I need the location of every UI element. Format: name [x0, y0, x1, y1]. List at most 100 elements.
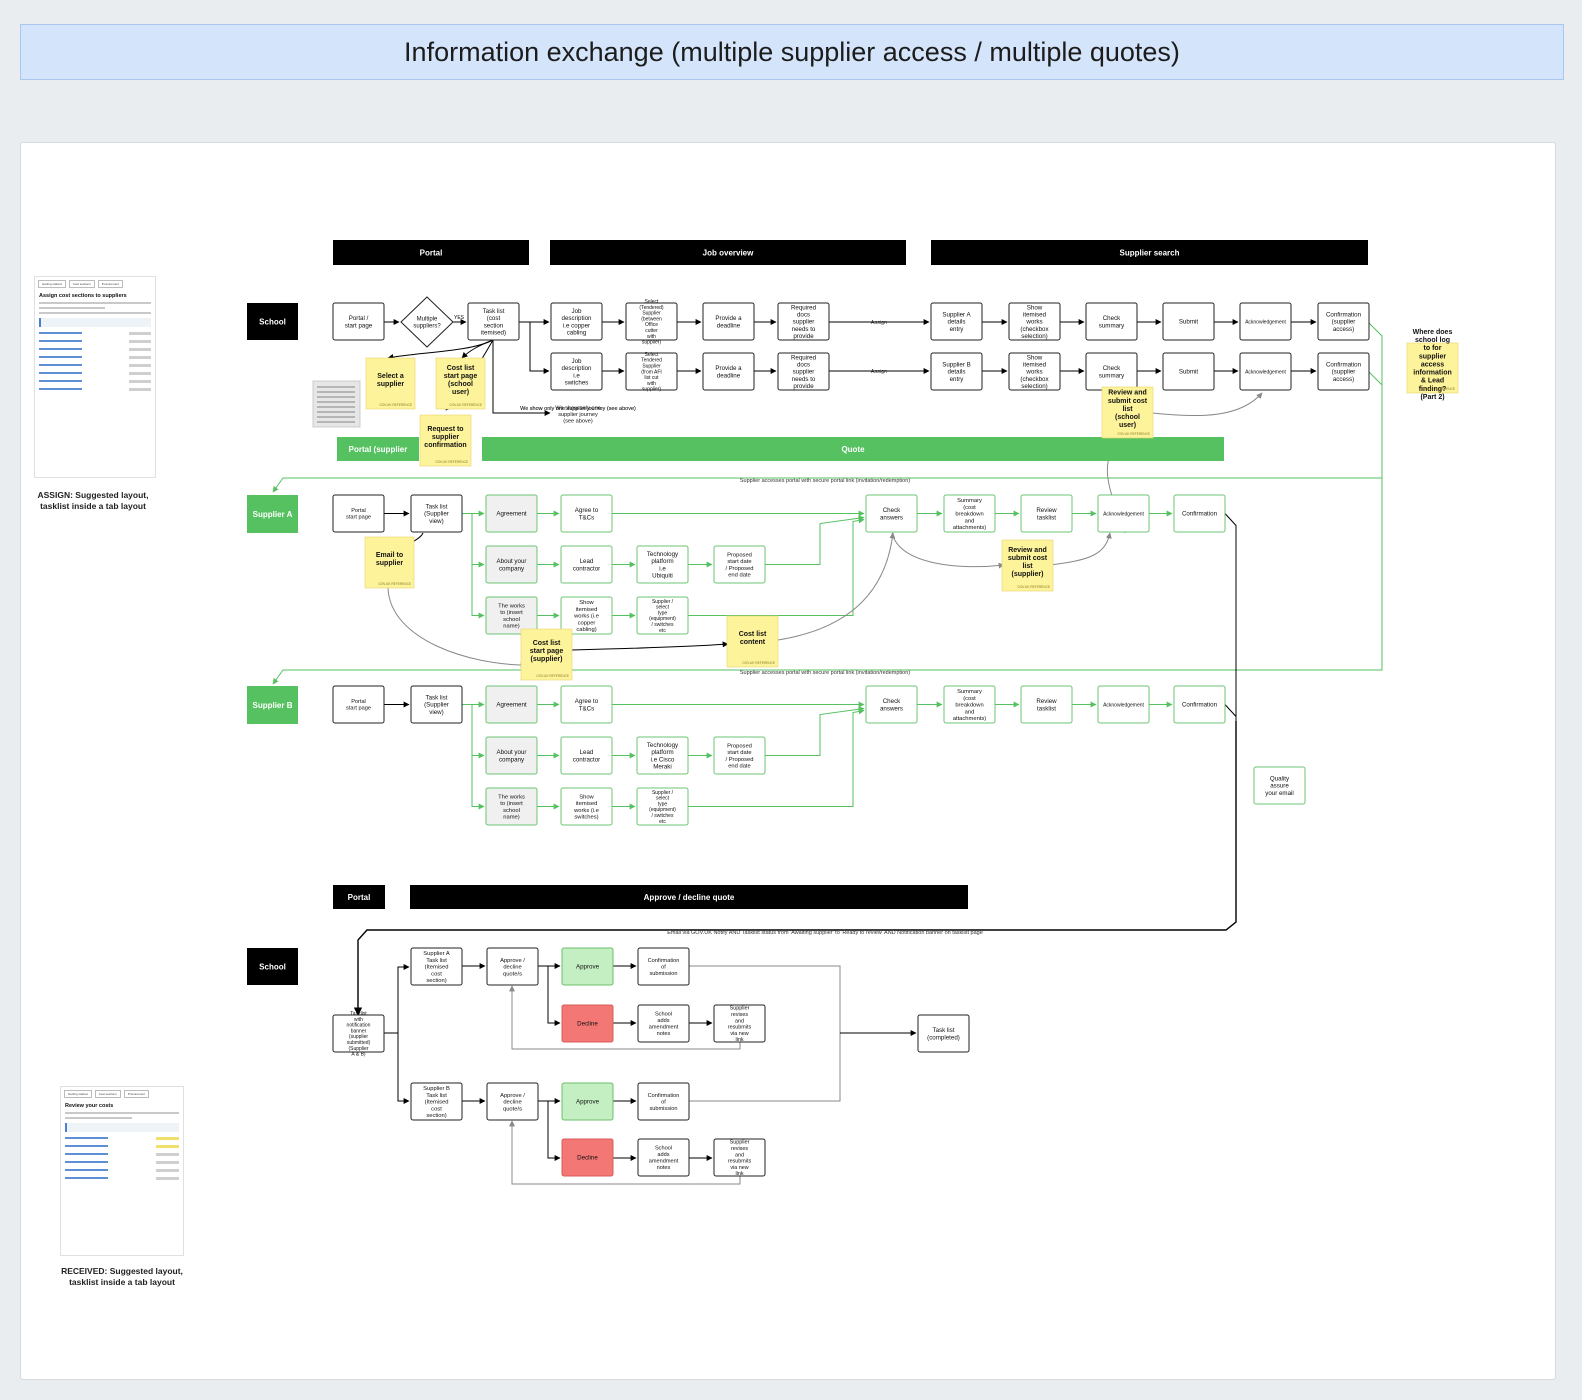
node-b-ack: Acknowledgement — [1097, 685, 1150, 724]
node-task-list: Task list (cost section itemised) — [467, 302, 520, 341]
sticky-note: Cost list start page (school user)GOV.UK RE… — [435, 357, 486, 410]
node-ack-1: Acknowledgement — [1239, 302, 1292, 341]
node-label: Review tasklist — [1036, 507, 1057, 521]
sticky-note-tag: GOV.UK REFERENCE — [742, 661, 775, 665]
node-b-portal-start: Portal start page — [332, 685, 385, 724]
lane-supplier-b: Supplier B — [247, 686, 298, 724]
node-label: Agreement — [496, 511, 527, 518]
lane-supplier-a: Supplier A — [247, 495, 298, 533]
node-check-summary-2: Check summary — [1085, 352, 1138, 391]
node-quality-assure: Quality assure your email — [1253, 766, 1306, 805]
phase-label: Portal (supplier — [349, 445, 408, 454]
sticky-note-tag: GOV.UK REFERENCE — [379, 403, 412, 407]
node-a-show-items: Show itemised works (i.e copper cabling) — [560, 596, 613, 635]
node-b-summary: Summary (cost breakdown and attachments) — [943, 685, 996, 724]
node-show-items-2: Show itemised works (checkbox selection) — [1008, 352, 1061, 391]
flow-connector — [509, 1120, 741, 1185]
flow-connector — [1049, 532, 1112, 566]
node-label: We show only one supplier journey (see abo… — [555, 405, 601, 424]
node-b-agreement: Agreement — [485, 685, 538, 724]
node-label: Supplier B Task list (Itemised cost section) — [423, 1086, 450, 1119]
sticky-note-tag: GOV.UK REFERENCE — [1117, 432, 1150, 436]
node-label: Acknowledgement — [1103, 511, 1144, 517]
flow-connector — [891, 532, 1005, 569]
node-label: Task list (cost section itemised) — [481, 308, 506, 337]
node-b-works: The works to (insert school name) — [485, 787, 538, 826]
node-a-supplier-select: Supplier / select type (equipment) / switche… — [636, 596, 689, 635]
node-label: Approve / decline quote/s — [500, 1093, 525, 1112]
flow-connector — [529, 322, 550, 374]
node-label: Agreement — [496, 702, 527, 709]
sticky-note-tag: GOV.UK REFERENCE — [435, 460, 468, 464]
node-amend-b: School adds amendment notes — [637, 1138, 690, 1177]
phase-supplier-search: Supplier search — [931, 240, 1368, 265]
node-a-about: About your company — [485, 545, 538, 584]
node-label: Provide a deadline — [715, 365, 742, 379]
sticky-note-tag: GOV.UK REFERENCE — [1017, 585, 1050, 589]
node-a-agreement: Agreement — [485, 494, 538, 533]
node-job-desc-2: Job description i.e switches — [550, 352, 603, 391]
node-label: Required docs supplier needs to provide — [791, 304, 817, 340]
node-label: Check answers — [880, 507, 903, 521]
flow-connector — [471, 704, 485, 759]
phase-label: Job overview — [703, 248, 754, 257]
node-task-complete: Task list (completed) — [917, 1014, 970, 1053]
node-label: Acknowledgement — [1103, 702, 1144, 708]
node-label: Approve — [576, 1099, 600, 1106]
node-label: About your company — [497, 749, 527, 763]
sticky-note-text: Email to supplier — [376, 552, 404, 567]
node-approve-decline-b: Approve / decline quote/s — [486, 1082, 539, 1121]
phase-job-overview: Job overview — [550, 240, 906, 265]
flow-diagram: Portal Job overview Supplier search Portal … — [247, 240, 1459, 1185]
node-a-agree-tcs: Agree to T&Cs — [560, 494, 613, 533]
flow-connector — [387, 339, 494, 360]
sticky-note-text: Cost list start page (supplier) — [530, 640, 564, 663]
phase-label: Approve / decline quote — [644, 893, 735, 902]
phase-portal-bottom: Portal — [333, 885, 385, 909]
phase-label: Quote — [841, 445, 865, 454]
flow-connector — [689, 1033, 841, 1102]
connector-label: Assign — [871, 320, 888, 326]
phase-label: Portal — [420, 248, 443, 257]
node-ack-2: Acknowledgement — [1239, 352, 1292, 391]
sticky-note: Cost list start page (supplier) GOV.UK REFE… — [520, 628, 573, 681]
phase-quote: Quote — [482, 437, 1224, 461]
node-b-agree-tcs: Agree to T&Cs — [560, 685, 613, 724]
node-label: Summary (cost breakdown and attachments) — [953, 689, 987, 722]
node-check-summary-1: Check summary — [1085, 302, 1138, 341]
node-label: Provide a deadline — [715, 315, 742, 329]
phase-label: Portal — [348, 893, 371, 902]
node-b-confirm: Confirmation — [1173, 685, 1226, 724]
lane-label: Supplier B — [252, 701, 292, 710]
node-b-check: Check answers — [865, 685, 918, 724]
node-required-docs-2: Required docs supplier needs to provide — [777, 352, 830, 391]
node-confirm-access-1: Confirmation (supplier access) — [1317, 302, 1370, 341]
flow-connector — [547, 966, 561, 1026]
phase-portal-supplier: Portal (supplier — [337, 437, 419, 461]
node-job-desc-1: Job description i.e copper cabling — [550, 302, 603, 341]
node-label: Approve / decline quote/s — [500, 958, 525, 977]
node-label: Approve — [576, 964, 600, 971]
node-label: Proposed start date / Proposed end date — [725, 743, 753, 769]
node-label: Acknowledgement — [1245, 319, 1286, 325]
flow-connector — [765, 706, 865, 756]
node-label: Confirmation — [1182, 702, 1218, 709]
node-label: Decline — [577, 1021, 598, 1028]
sticky-note-tag: GOV.UK REFERENCE — [536, 674, 569, 678]
node-approve-b: Approve — [561, 1082, 614, 1121]
flow-connector — [397, 1033, 410, 1104]
node-label: Check answers — [880, 698, 903, 712]
flow-connector — [571, 641, 729, 651]
node-a-proposed: Proposed start date / Proposed end date — [713, 545, 766, 584]
sticky-note: Where does school log to for supplier access… — [1406, 329, 1459, 401]
sticky-note: Review and submit cost list (school user)GOV… — [1101, 386, 1154, 439]
node-supplier-b-tasklist: Supplier B Task list (Itemised cost section) — [410, 1082, 463, 1121]
connector-label: Supplier accesses portal with secure por… — [740, 478, 910, 484]
node-a-check: Check answers — [865, 494, 918, 533]
annotation-one-journey: We show only one supplier journey (see abo… — [555, 405, 601, 424]
node-a-task-list: Task list (Supplier view) — [410, 494, 463, 533]
node-decline-a: Decline — [561, 1004, 614, 1043]
node-supplier-a-details: Supplier Adetails entry — [930, 302, 983, 341]
node-label: Proposed start date / Proposed end date — [725, 552, 753, 578]
node-label: Summary (cost breakdown and attachments) — [953, 498, 987, 531]
